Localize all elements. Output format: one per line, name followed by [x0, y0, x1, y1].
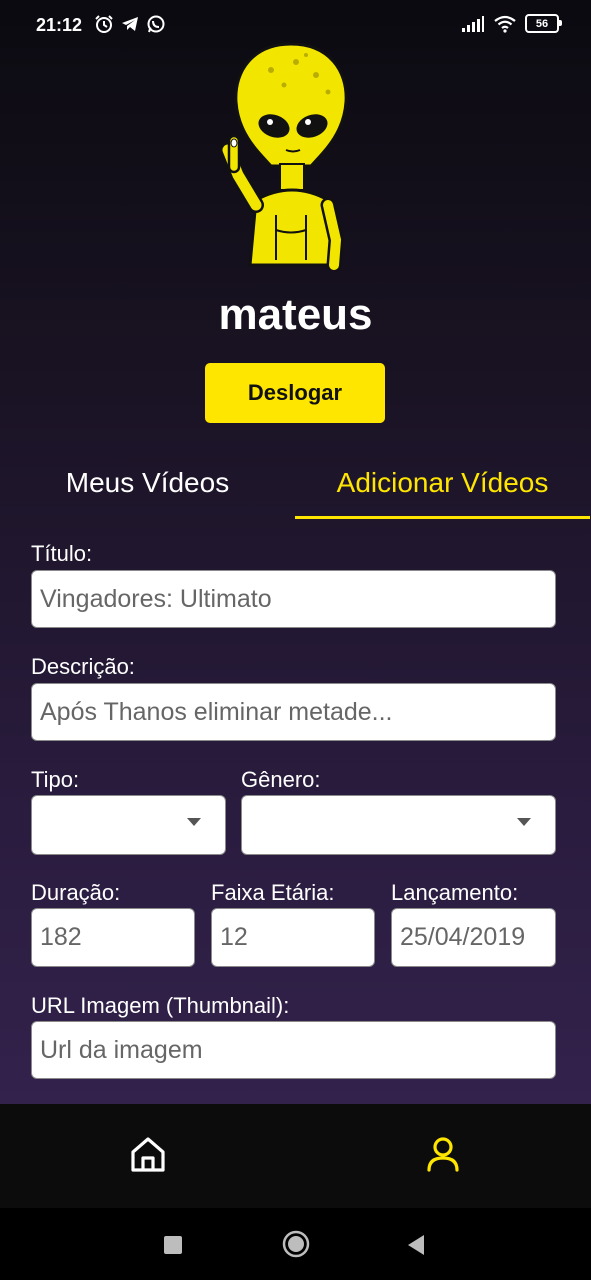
telegram-icon	[122, 17, 138, 31]
home-icon[interactable]	[128, 1134, 168, 1174]
duration-label: Duração:	[31, 880, 121, 905]
recents-icon[interactable]	[164, 1236, 182, 1254]
thumbnail-input[interactable]: Url da imagem	[31, 1021, 556, 1079]
battery-level: 56	[535, 17, 549, 30]
genre-label: Gênero:	[241, 767, 321, 792]
logout-button[interactable]: Deslogar	[205, 363, 385, 423]
description-label: Descrição:	[31, 654, 135, 679]
release-input[interactable]: 25/04/2019	[391, 908, 556, 967]
home-circle-icon[interactable]	[282, 1230, 310, 1258]
system-nav-bar	[0, 1208, 591, 1280]
age-rating-input[interactable]: 12	[211, 908, 375, 967]
signal-icon	[462, 15, 484, 32]
chevron-down-icon	[517, 818, 531, 826]
tab-add-videos[interactable]: Adicionar Vídeos	[295, 450, 590, 519]
whatsapp-icon	[147, 15, 165, 33]
type-label: Tipo:	[31, 767, 80, 792]
genre-select[interactable]	[241, 795, 556, 855]
thumbnail-label: URL Imagem (Thumbnail):	[31, 993, 290, 1018]
title-label: Título:	[31, 541, 93, 566]
username: mateus	[218, 290, 373, 339]
app-screen: 21:12 56 mateus Deslogar Meus Vídeos Adi…	[0, 0, 591, 1104]
user-icon[interactable]	[423, 1134, 463, 1174]
duration-input[interactable]: 182	[31, 908, 195, 967]
age-rating-label: Faixa Etária:	[211, 880, 335, 905]
alarm-icon	[95, 15, 113, 33]
release-label: Lançamento:	[391, 880, 519, 905]
title-input[interactable]: Vingadores: Ultimato	[31, 570, 556, 628]
bottom-nav	[0, 1104, 591, 1208]
wifi-icon	[494, 15, 516, 33]
status-time: 21:12	[36, 15, 83, 35]
back-icon[interactable]	[406, 1234, 426, 1256]
tab-bar: Meus Vídeos Adicionar Vídeos	[0, 450, 591, 519]
description-input[interactable]: Após Thanos eliminar metade...	[31, 683, 556, 741]
battery-icon: 56	[525, 14, 562, 33]
tab-my-videos[interactable]: Meus Vídeos	[0, 450, 295, 516]
avatar	[220, 42, 348, 270]
type-select[interactable]	[31, 795, 226, 855]
chevron-down-icon	[187, 818, 201, 826]
